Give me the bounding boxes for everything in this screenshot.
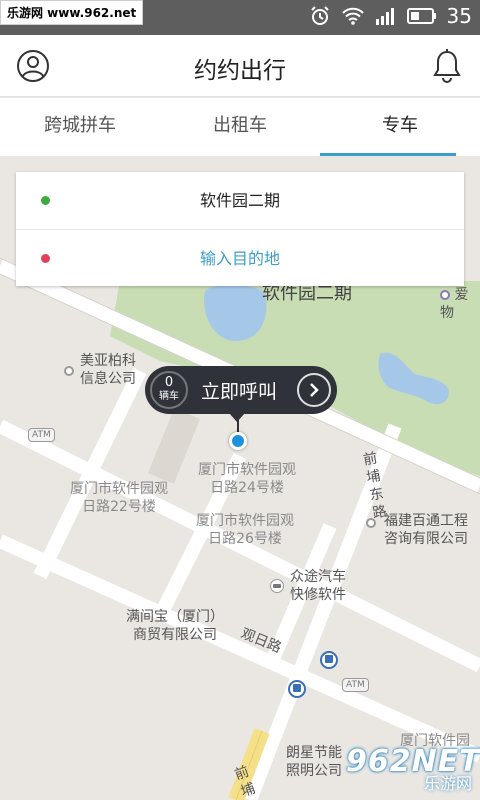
alarm-icon	[309, 5, 331, 27]
map-label-fujian: 福建百通工程 咨询有限公司	[384, 513, 468, 547]
tab-intercity-carpool[interactable]: 跨城拼车	[0, 98, 160, 156]
bell-icon[interactable]	[432, 48, 462, 88]
poi-icon	[366, 518, 376, 528]
map-label-park: 软件园二期	[262, 283, 352, 304]
current-location-icon	[229, 432, 247, 450]
chevron-right-icon	[297, 373, 331, 407]
map-label-manjian: 满间宝（厦门） 商贸有限公司	[126, 609, 224, 643]
status-icons: 35	[309, 4, 472, 28]
map-label-b24: 厦门市软件园观 日路24号楼	[198, 462, 296, 496]
atm-icon: ATM	[342, 678, 369, 692]
call-now-label: 立即呼叫	[201, 381, 278, 403]
destination-placeholder: 输入目的地	[199, 249, 280, 268]
car-count-badge: 0 辆车	[150, 371, 188, 409]
service-tabs: 跨城拼车 出租车 专车	[0, 98, 480, 156]
app-header: 约约出行	[0, 35, 480, 97]
start-dot-icon	[41, 196, 50, 205]
route-card: 软件园二期 输入目的地	[16, 172, 464, 286]
wifi-icon	[341, 6, 365, 26]
signal-icon	[375, 7, 397, 25]
pickup-location-field[interactable]: 软件园二期	[16, 172, 464, 229]
battery-level: 35	[446, 4, 472, 28]
tab-premium-car[interactable]: 专车	[320, 98, 480, 156]
destination-field[interactable]: 输入目的地	[16, 229, 464, 286]
location-pin-stem	[237, 414, 239, 434]
site-stamp: 乐游网 www.962.net	[0, 0, 144, 25]
atm-icon: ATM	[28, 428, 55, 442]
watermark-logo: 962NET 乐游网	[346, 744, 480, 793]
map-label-meiya: 美亚柏科 信息公司	[80, 353, 136, 387]
car-count: 0	[164, 375, 174, 390]
tab-taxi[interactable]: 出租车	[160, 98, 320, 156]
map-label-b26: 厦门市软件园观 日路26号楼	[196, 513, 294, 547]
map-label-b22: 厦门市软件园观 日路22号楼	[70, 481, 168, 515]
car-count-unit: 辆车	[159, 391, 179, 402]
pickup-location-text: 软件园二期	[199, 191, 280, 210]
poi-icon	[440, 290, 450, 300]
call-now-button[interactable]: 0 辆车 立即呼叫	[145, 366, 337, 422]
battery-icon	[406, 8, 437, 24]
map-label-langxing: 朗星节能 照明公司	[286, 745, 342, 779]
map-label-aiwu: 爱物	[440, 286, 480, 322]
poi-icon	[64, 366, 74, 376]
status-bar: 14:12 乐游网 www.962.net 35	[0, 0, 480, 35]
watermark-sub: 乐游网	[423, 774, 472, 793]
destination-dot-icon	[41, 254, 50, 263]
app-title: 约约出行	[194, 58, 286, 84]
map-label-zhongtu: 众途汽车 快修软件	[290, 569, 346, 603]
